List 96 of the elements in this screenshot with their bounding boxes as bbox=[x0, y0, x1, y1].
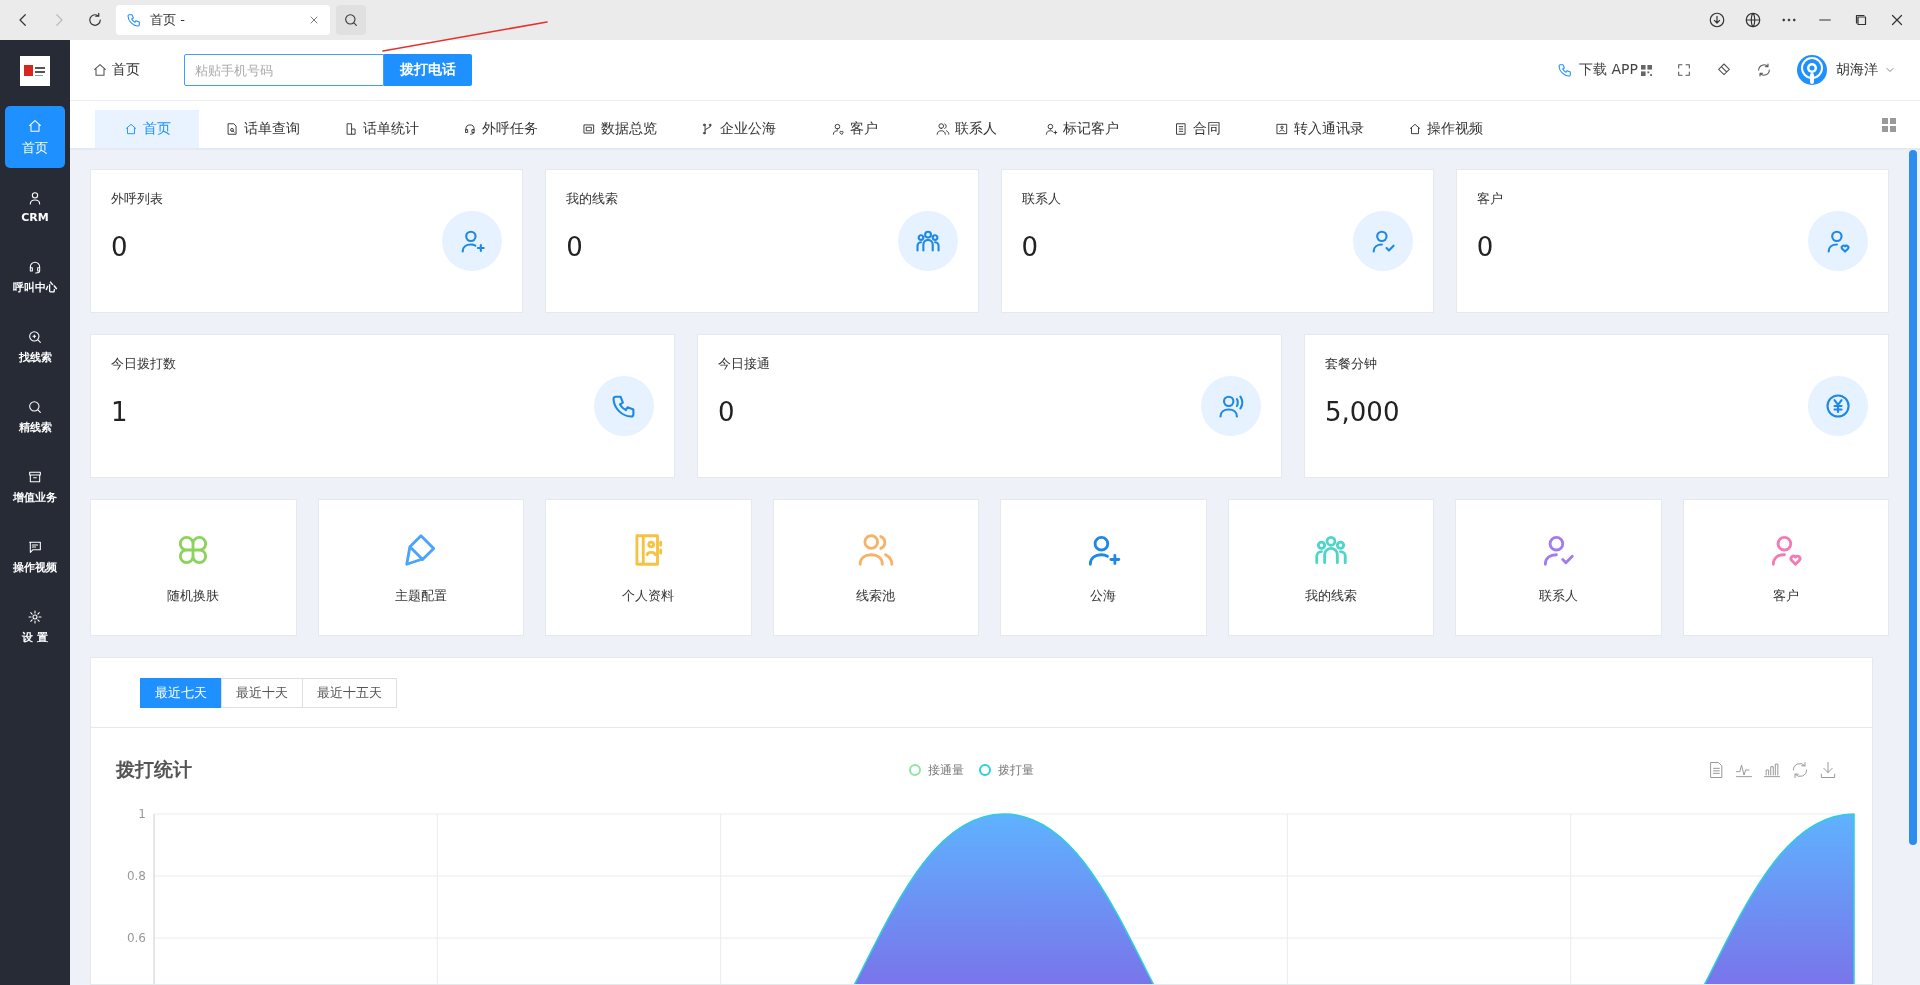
shortcut-tile[interactable]: 主题配置 bbox=[317, 499, 524, 636]
stat-value: 0 bbox=[1476, 232, 1495, 262]
stat-label: 套餐分钟 bbox=[1325, 355, 1378, 373]
chart-title: 拨打统计 bbox=[116, 757, 193, 782]
search-button[interactable] bbox=[336, 5, 366, 35]
sidebar-item[interactable]: 找线索 bbox=[5, 316, 65, 378]
user-name[interactable]: 胡海洋 bbox=[1836, 61, 1878, 79]
archive-icon bbox=[27, 469, 43, 485]
range-button[interactable]: 最近十五天 bbox=[302, 677, 397, 708]
diamond-icon[interactable] bbox=[1716, 62, 1732, 78]
globe-icon[interactable] bbox=[1744, 11, 1762, 29]
yen-icon bbox=[1808, 376, 1868, 436]
y-tick-label: 0.6 bbox=[126, 931, 146, 945]
stat-label: 我的线索 bbox=[566, 190, 619, 208]
stat-label: 联系人 bbox=[1021, 190, 1061, 208]
search-plus-icon bbox=[27, 329, 43, 345]
stat-label: 外呼列表 bbox=[111, 190, 163, 208]
branch-icon bbox=[701, 122, 715, 136]
qr-code-icon bbox=[1641, 64, 1652, 76]
reload-icon[interactable] bbox=[86, 11, 104, 29]
phone-icon bbox=[1557, 62, 1574, 78]
home-icon bbox=[92, 62, 108, 78]
home-icon bbox=[1408, 122, 1422, 136]
headset-icon bbox=[463, 122, 477, 136]
stat-value: 0 bbox=[566, 232, 584, 262]
shortcut-tile[interactable]: 我的线索 bbox=[1227, 499, 1434, 636]
sidebar-item[interactable]: 操作视频 bbox=[5, 526, 65, 588]
monitor-icon bbox=[582, 122, 596, 136]
nav-tab[interactable]: 客户 bbox=[802, 110, 906, 148]
download-app-link[interactable]: 下载 APP bbox=[1579, 61, 1638, 79]
person-plus-icon bbox=[1044, 122, 1058, 136]
nav-tab[interactable]: 标记客户 bbox=[1026, 110, 1137, 148]
download-icon[interactable] bbox=[1708, 11, 1726, 29]
phone-icon bbox=[594, 376, 654, 436]
search-icon bbox=[343, 12, 359, 28]
group-icon bbox=[897, 211, 958, 271]
stat-value: 5,000 bbox=[1325, 397, 1400, 427]
nav-tab[interactable]: 转入通讯录 bbox=[1257, 110, 1382, 148]
fullscreen-icon[interactable] bbox=[1676, 62, 1692, 78]
headset-icon bbox=[27, 259, 43, 275]
avatar-icon[interactable] bbox=[1796, 54, 1828, 86]
sidebar-item[interactable]: 精线索 bbox=[5, 386, 65, 448]
shortcut-tile[interactable]: 个人资料 bbox=[545, 499, 752, 636]
stat-value: 0 bbox=[1021, 232, 1040, 262]
sidebar-item[interactable]: CRM bbox=[5, 176, 65, 238]
grid-icon[interactable] bbox=[1882, 117, 1896, 132]
message-icon bbox=[27, 539, 43, 555]
breadcrumb[interactable]: 首页 bbox=[112, 61, 140, 79]
person-icon bbox=[27, 190, 43, 206]
y-tick-label: 0.8 bbox=[126, 869, 146, 883]
sidebar-item[interactable]: 设 置 bbox=[5, 596, 65, 658]
sidebar-item[interactable]: 呼叫中心 bbox=[5, 246, 65, 308]
person-check-icon bbox=[1352, 211, 1413, 271]
stat-label: 今日接通 bbox=[718, 355, 770, 373]
y-tick-label: 1 bbox=[138, 807, 146, 821]
legend-label[interactable]: 拨打量 bbox=[998, 761, 1034, 779]
home-icon bbox=[123, 122, 138, 136]
nav-tab[interactable]: 联系人 bbox=[914, 110, 1018, 148]
logo-icon bbox=[20, 56, 50, 86]
nav-tab[interactable]: 合同 bbox=[1145, 110, 1249, 148]
phone-icon bbox=[126, 12, 142, 28]
stat-value: 0 bbox=[111, 232, 129, 262]
shortcut-tile[interactable]: 线索池 bbox=[772, 499, 979, 636]
nav-tab[interactable]: 企业公海 bbox=[683, 110, 794, 148]
nav-tab[interactable]: 外呼任务 bbox=[445, 110, 556, 148]
shortcut-tile[interactable]: 客户 bbox=[1682, 499, 1889, 636]
tab-title: 首页 - bbox=[150, 11, 186, 29]
contact-card-icon bbox=[1275, 122, 1289, 136]
browser-tab[interactable]: 首页 - bbox=[116, 5, 330, 35]
stat-value: 1 bbox=[111, 397, 129, 427]
search-icon bbox=[27, 399, 43, 415]
person-sound-icon bbox=[1201, 376, 1261, 436]
range-button[interactable]: 最近十天 bbox=[221, 677, 303, 708]
people-icon bbox=[935, 122, 950, 136]
stat-value: 0 bbox=[718, 397, 736, 427]
sidebar-item[interactable]: 增值业务 bbox=[5, 456, 65, 518]
scrollbar-thumb[interactable] bbox=[1909, 150, 1917, 845]
person-plus-icon bbox=[442, 211, 503, 271]
shortcut-tile[interactable]: 随机换肤 bbox=[90, 499, 297, 636]
stat-label: 今日拨打数 bbox=[111, 355, 176, 373]
document-chart-icon bbox=[344, 122, 358, 136]
shortcut-tile[interactable]: 联系人 bbox=[1455, 499, 1662, 636]
shortcut-tile[interactable]: 公海 bbox=[1000, 499, 1207, 636]
document-search-icon bbox=[225, 122, 239, 136]
home-icon bbox=[27, 117, 43, 134]
settings-icon bbox=[27, 609, 43, 625]
stat-label: 客户 bbox=[1476, 190, 1503, 208]
document-icon bbox=[1173, 122, 1188, 136]
phone-input[interactable]: 粘贴手机号码 bbox=[184, 54, 384, 86]
nav-tab[interactable]: 数据总览 bbox=[564, 110, 675, 148]
nav-tab[interactable]: 操作视频 bbox=[1390, 110, 1501, 148]
legend-label[interactable]: 接通量 bbox=[928, 761, 964, 779]
person-heart-icon bbox=[830, 122, 845, 136]
nav-tab[interactable]: 话单查询 bbox=[207, 110, 318, 148]
refresh-icon[interactable] bbox=[1756, 62, 1772, 78]
nav-tab[interactable]: 话单统计 bbox=[326, 110, 437, 148]
